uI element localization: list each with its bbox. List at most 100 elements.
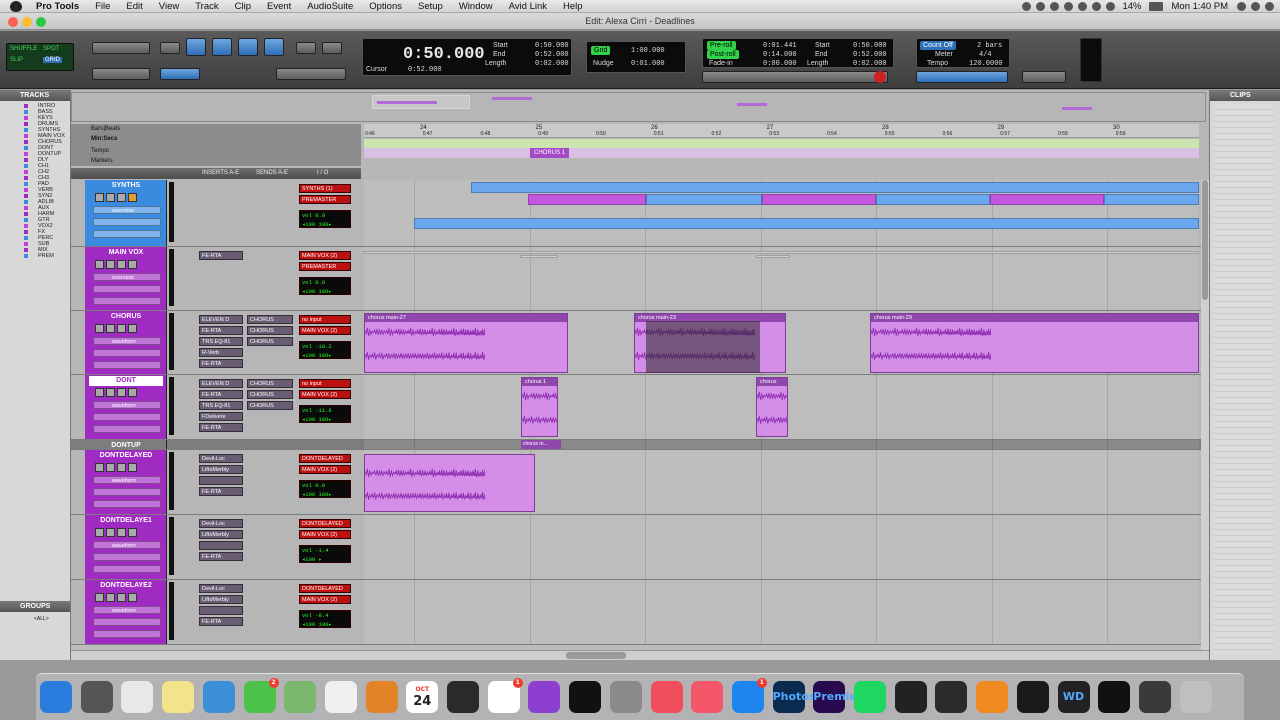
insert-slot[interactable]: Devil-Loc xyxy=(199,454,243,463)
insert-slot[interactable]: FE-RTA xyxy=(199,552,243,561)
vox-region-marker[interactable] xyxy=(364,251,1199,254)
output-selector[interactable]: MAIN VOX (2) xyxy=(299,326,351,335)
insert-slot[interactable]: LiftoMerbly xyxy=(199,530,243,539)
output-selector[interactable]: MAIN VOX (2) xyxy=(299,390,351,399)
insert-slot[interactable]: FE-RTA xyxy=(199,423,243,432)
zoomer-tool-icon[interactable] xyxy=(160,42,180,54)
insert-slot[interactable]: R-Verb xyxy=(199,348,243,357)
markers-ruler[interactable]: CHORUS 1 xyxy=(364,148,1199,158)
mode-slip[interactable]: SLIP xyxy=(10,57,23,63)
insert-slot[interactable]: FE-RTA xyxy=(199,617,243,626)
main-counter-display[interactable]: 0:50.000 Cursor 0:52.000 Start 0:50.000 … xyxy=(362,38,572,76)
count-off-toggle[interactable]: Count Off xyxy=(920,41,956,50)
input-monitor-button[interactable] xyxy=(106,324,115,333)
synth-clip[interactable] xyxy=(646,194,762,205)
selection-length-value[interactable]: 0:02.000 xyxy=(535,60,569,68)
track-name-panel[interactable]: DONTDELAYE2 waveform xyxy=(85,580,167,644)
bars-ruler[interactable]: 24 25 26 27 28 29 30 0:46 0:47 0:48 0:49 0:50 0:51 0:… xyxy=(364,124,1199,138)
scrubber-tool-icon[interactable] xyxy=(296,42,316,54)
sync-buttons[interactable] xyxy=(1022,71,1066,83)
grid-label[interactable]: Grid xyxy=(591,46,611,55)
wd-icon[interactable]: WD xyxy=(1057,681,1090,713)
output-selector[interactable]: MAIN VOX (2) xyxy=(299,595,351,604)
send-slot[interactable]: CHORUS xyxy=(247,401,293,410)
system-preferences-icon[interactable] xyxy=(609,681,642,713)
battery-percent[interactable]: 14% xyxy=(1120,0,1143,13)
input-selector[interactable]: DONTDELAYED xyxy=(299,519,351,528)
link-buttons[interactable] xyxy=(160,68,200,80)
track-view-selector[interactable]: overview xyxy=(93,273,161,281)
insert-slot[interactable] xyxy=(199,606,243,615)
clips-panel-header[interactable]: CLIPS xyxy=(1210,90,1280,101)
menu-view[interactable]: View xyxy=(151,0,187,13)
insert-slot[interactable]: TRS EQ-81 xyxy=(199,337,243,346)
insert-slot[interactable]: ELEVEN D xyxy=(199,379,243,388)
playlist-selector[interactable] xyxy=(93,361,161,369)
solo-button[interactable] xyxy=(117,463,126,472)
insert-slot[interactable]: FE-RTA xyxy=(199,390,243,399)
mute-button[interactable] xyxy=(128,324,137,333)
track-lane[interactable]: chorus m... xyxy=(364,440,1199,449)
solo-button[interactable] xyxy=(117,324,126,333)
insert-slot[interactable]: FDelivere xyxy=(199,412,243,421)
news-icon[interactable] xyxy=(650,681,683,713)
location-icon[interactable] xyxy=(1022,1,1032,11)
output-selector[interactable]: MAIN VOX (2) xyxy=(299,530,351,539)
synth-clip[interactable] xyxy=(990,194,1104,205)
horizontal-scroll-thumb[interactable] xyxy=(566,652,626,659)
horizontal-scrollbar[interactable] xyxy=(71,650,1209,660)
terminal-icon[interactable] xyxy=(1098,681,1131,713)
solo-button[interactable] xyxy=(117,388,126,397)
output-selector[interactable]: MAIN VOX (2) xyxy=(299,465,351,474)
mute-button[interactable] xyxy=(128,593,137,602)
group-all[interactable]: <ALL> xyxy=(34,616,49,622)
input-selector[interactable]: MAIN VOX (2) xyxy=(299,251,351,260)
menu-edit[interactable]: Edit xyxy=(118,0,150,13)
insert-slot[interactable]: Devil-Loc xyxy=(199,519,243,528)
premiere-icon[interactable]: Premiere xyxy=(813,681,870,713)
input-monitor-button[interactable] xyxy=(106,260,115,269)
track-lane[interactable] xyxy=(364,515,1199,579)
insert-slot[interactable] xyxy=(199,541,243,550)
menu-track[interactable]: Track xyxy=(187,0,226,13)
insert-slot[interactable]: FE-RTA xyxy=(199,326,243,335)
groups-panel-header[interactable]: GROUPS xyxy=(0,601,70,612)
automation-selector[interactable] xyxy=(93,285,161,293)
record-button[interactable] xyxy=(874,71,886,83)
audio-clip[interactable]: chorus main-29 xyxy=(870,313,1199,373)
vertical-scroll-thumb[interactable] xyxy=(1202,180,1208,300)
track-name-panel[interactable]: SYNTHS overview xyxy=(85,180,167,246)
dropbox-icon[interactable] xyxy=(1050,1,1060,11)
zoom-window-button[interactable] xyxy=(36,17,46,27)
track-view-selector[interactable]: overview xyxy=(93,206,161,214)
status-icon[interactable] xyxy=(1036,1,1046,11)
insert-slot[interactable]: FE-RTA xyxy=(199,251,243,260)
keyboard-icon[interactable] xyxy=(1138,681,1171,713)
synth-clip[interactable] xyxy=(471,182,1199,193)
insert-slot[interactable]: LiftoMerbly xyxy=(199,595,243,604)
grid-value[interactable]: 1:00.000 xyxy=(631,47,665,55)
playlist-selector[interactable] xyxy=(93,230,161,238)
battery-icon[interactable] xyxy=(1148,1,1163,11)
synth-clip[interactable] xyxy=(876,194,990,205)
track-name[interactable]: DONT xyxy=(89,376,163,386)
input-selector[interactable]: DONTDELAYED xyxy=(299,584,351,593)
preview-icon[interactable] xyxy=(202,681,235,713)
menu-audiosuite[interactable]: AudioSuite xyxy=(299,0,361,13)
output-selector[interactable]: PREMASTER xyxy=(299,195,351,204)
tempo-ruler[interactable] xyxy=(364,139,1199,148)
vox-region-marker[interactable] xyxy=(520,255,558,258)
record-enable-button[interactable] xyxy=(95,593,104,602)
playlist-selector[interactable] xyxy=(93,630,161,638)
close-window-button[interactable] xyxy=(8,17,18,27)
track-name-panel[interactable]: DONTDELAYED waveform xyxy=(85,450,167,514)
synth-clip[interactable] xyxy=(528,194,646,205)
track-name-panel[interactable]: DONTDELAYE1 waveform xyxy=(85,515,167,579)
record-enable-button[interactable] xyxy=(95,528,104,537)
mode-shuffle[interactable]: SHUFFLE xyxy=(10,46,37,52)
mode-grid[interactable]: GRID xyxy=(43,57,62,63)
solo-button[interactable] xyxy=(117,193,126,202)
solo-button[interactable] xyxy=(117,593,126,602)
tv-icon[interactable] xyxy=(569,681,602,713)
track-name-panel[interactable]: DONTUP xyxy=(85,440,167,449)
